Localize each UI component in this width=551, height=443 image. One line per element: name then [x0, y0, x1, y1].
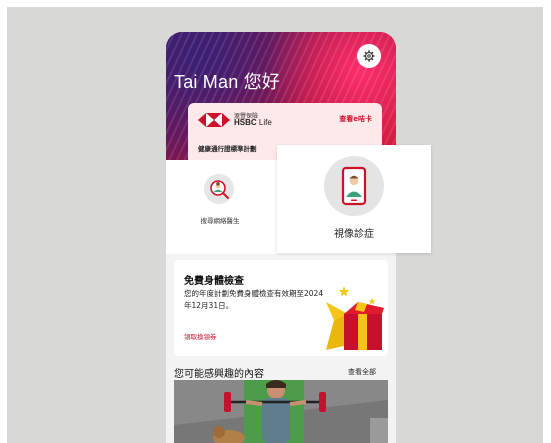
gift-box-icon — [326, 286, 384, 350]
checkup-description: 您的年度計劃免費身體檢查有效期至2024年12月31日。 — [184, 289, 324, 310]
free-checkup-card[interactable]: 免費身體檢查 您的年度計劃免費身體檢查有效期至2024年12月31日。 領取換領… — [174, 260, 388, 356]
brand-life: Life — [258, 118, 272, 127]
see-all-link[interactable]: 查看全部 — [348, 367, 376, 377]
hsbc-logo-icon — [198, 113, 230, 127]
checkup-title: 免費身體檢查 — [184, 276, 244, 287]
article-thumbnail[interactable] — [174, 380, 388, 443]
interest-section-title: 您可能感興趣的內容 — [174, 369, 264, 380]
redeem-voucher-link[interactable]: 領取換領券 — [184, 331, 217, 341]
doctor-search-icon — [210, 180, 229, 199]
settings-button[interactable] — [357, 44, 381, 68]
brand-hsbc: HSBC — [234, 118, 257, 127]
video-consult-icon-circle — [324, 156, 384, 216]
screenshot-background: Tai Man 您好 滙豐保險 HSBC Life 查看e咭卡 健康通行證標準計… — [7, 7, 543, 443]
greeting-text: Tai Man 您好 — [174, 72, 281, 92]
gear-icon — [363, 50, 375, 62]
view-ecard-link[interactable]: 查看e咭卡 — [339, 114, 372, 124]
video-consult-tile[interactable]: 視像診症 — [277, 145, 431, 253]
fitness-photo — [174, 380, 388, 443]
search-doctor-label: 搜尋網絡醫生 — [200, 217, 240, 225]
plan-name: 健康通行證標準計劃 — [198, 145, 257, 153]
phone-doctor-icon — [341, 166, 367, 206]
video-consult-label: 視像診症 — [334, 229, 374, 240]
search-doctor-button[interactable] — [204, 174, 234, 204]
brand-name: HSBC Life — [234, 118, 272, 127]
